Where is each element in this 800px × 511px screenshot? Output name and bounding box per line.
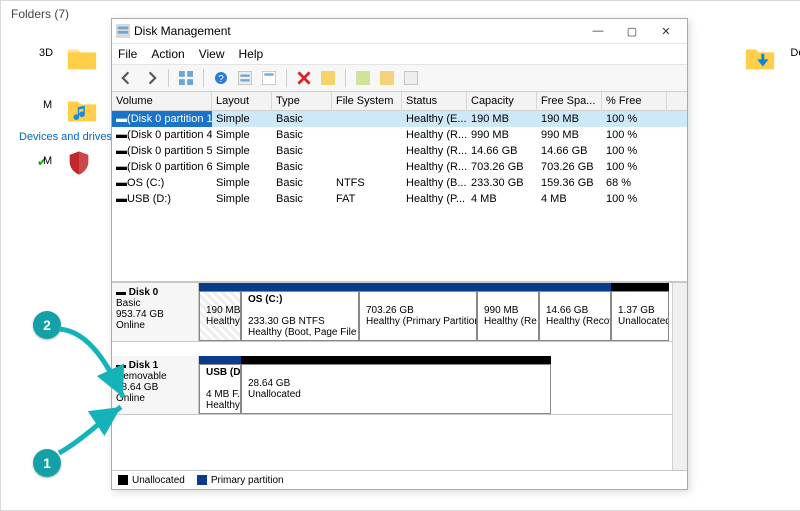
disk-management-window: Disk Management — ▢ ✕ File Action View H… <box>111 18 688 490</box>
disk-graphical-view: ▬ Disk 0Basic953.74 GBOnline190 MBHealth… <box>112 282 687 489</box>
partition-box[interactable]: 1.37 GBUnallocated <box>611 291 669 341</box>
disk-label: ▬ Disk 0Basic953.74 GBOnline <box>112 283 199 341</box>
folder-icon <box>743 41 777 78</box>
delete-icon[interactable] <box>295 69 313 87</box>
action-icon[interactable] <box>319 69 337 87</box>
table-row[interactable]: ▬ OS (C:)SimpleBasicNTFSHealthy (B...233… <box>112 175 687 191</box>
refresh-icon[interactable] <box>236 69 254 87</box>
folder-label: Downl <box>790 47 800 59</box>
col-volume[interactable]: Volume <box>112 92 212 110</box>
drive-label: M <box>43 155 52 167</box>
list-icon[interactable] <box>402 69 420 87</box>
disk-row[interactable]: ▬ Disk 0Basic953.74 GBOnline190 MBHealth… <box>112 283 672 342</box>
col-type[interactable]: Type <box>272 92 332 110</box>
minimize-button[interactable]: — <box>581 19 615 43</box>
partition-box[interactable]: USB (D4 MB F.Healthy <box>199 364 241 414</box>
folder-item-downloads[interactable]: Downl <box>743 41 777 78</box>
help-icon[interactable]: ? <box>212 69 230 87</box>
disk-label: ▬ Disk 1Removable28.64 GBOnline <box>112 356 199 414</box>
partition-box[interactable]: 14.66 GBHealthy (Recov <box>539 291 611 341</box>
properties-icon[interactable] <box>260 69 278 87</box>
legend: Unallocated Primary partition <box>112 470 687 489</box>
menu-action[interactable]: Action <box>151 47 184 61</box>
table-row[interactable]: ▬ (Disk 0 partition 4)SimpleBasicHealthy… <box>112 127 687 143</box>
folder-label: 3D <box>39 47 53 59</box>
partition-box[interactable]: 990 MBHealthy (Re <box>477 291 539 341</box>
menu-view[interactable]: View <box>199 47 225 61</box>
folder-item-3d[interactable]: 3D <box>65 41 99 78</box>
scrollbar[interactable] <box>672 283 687 470</box>
svg-text:?: ? <box>218 74 224 85</box>
partition-box[interactable]: 28.64 GBUnallocated <box>241 364 551 414</box>
menubar: File Action View Help <box>112 44 687 65</box>
col-status[interactable]: Status <box>402 92 467 110</box>
col-free[interactable]: Free Spa... <box>537 92 602 110</box>
menu-help[interactable]: Help <box>239 47 264 61</box>
menu-file[interactable]: File <box>118 47 137 61</box>
partition-box[interactable]: 190 MBHealthy <box>199 291 241 341</box>
col-capacity[interactable]: Capacity <box>467 92 537 110</box>
volume-list-header[interactable]: Volume Layout Type File System Status Ca… <box>112 92 687 111</box>
titlebar[interactable]: Disk Management — ▢ ✕ <box>112 19 687 44</box>
close-button[interactable]: ✕ <box>649 19 683 43</box>
table-row[interactable]: ▬ USB (D:)SimpleBasicFATHealthy (P...4 M… <box>112 191 687 207</box>
partition-box[interactable]: OS (C:)233.30 GB NTFSHealthy (Boot, Page… <box>241 291 359 341</box>
col-filesystem[interactable]: File System <box>332 92 402 110</box>
col-layout[interactable]: Layout <box>212 92 272 110</box>
callout-1: 1 <box>33 449 61 477</box>
forward-button[interactable] <box>142 69 160 87</box>
window-title: Disk Management <box>134 24 581 38</box>
folder-item-music[interactable]: M <box>65 93 99 130</box>
table-row[interactable]: ▬ (Disk 0 partition 5)SimpleBasicHealthy… <box>112 143 687 159</box>
back-button[interactable] <box>118 69 136 87</box>
col-pctfree[interactable]: % Free <box>602 92 667 110</box>
disk-row[interactable]: ▬ Disk 1Removable28.64 GBOnlineUSB (D4 M… <box>112 356 672 415</box>
maximize-button[interactable]: ▢ <box>615 19 649 43</box>
legend-unallocated: Unallocated <box>132 475 185 486</box>
grid-icon[interactable] <box>177 69 195 87</box>
new-icon[interactable] <box>354 69 372 87</box>
drive-item[interactable]: M <box>65 149 93 180</box>
table-row[interactable]: ▬ (Disk 0 partition 6)SimpleBasicHealthy… <box>112 159 687 175</box>
callout-2: 2 <box>33 311 61 339</box>
shield-icon <box>65 149 93 180</box>
app-icon <box>116 24 130 38</box>
tag-icon[interactable] <box>378 69 396 87</box>
table-row[interactable]: ▬ (Disk 0 partition 1)SimpleBasicHealthy… <box>112 111 687 127</box>
folder-label: M <box>43 99 52 111</box>
volume-list: Volume Layout Type File System Status Ca… <box>112 92 687 282</box>
legend-primary: Primary partition <box>211 475 284 486</box>
partition-box[interactable]: 703.26 GBHealthy (Primary Partition <box>359 291 477 341</box>
toolbar: ? <box>112 65 687 92</box>
folder-icon <box>65 41 99 78</box>
folder-icon <box>65 93 99 130</box>
